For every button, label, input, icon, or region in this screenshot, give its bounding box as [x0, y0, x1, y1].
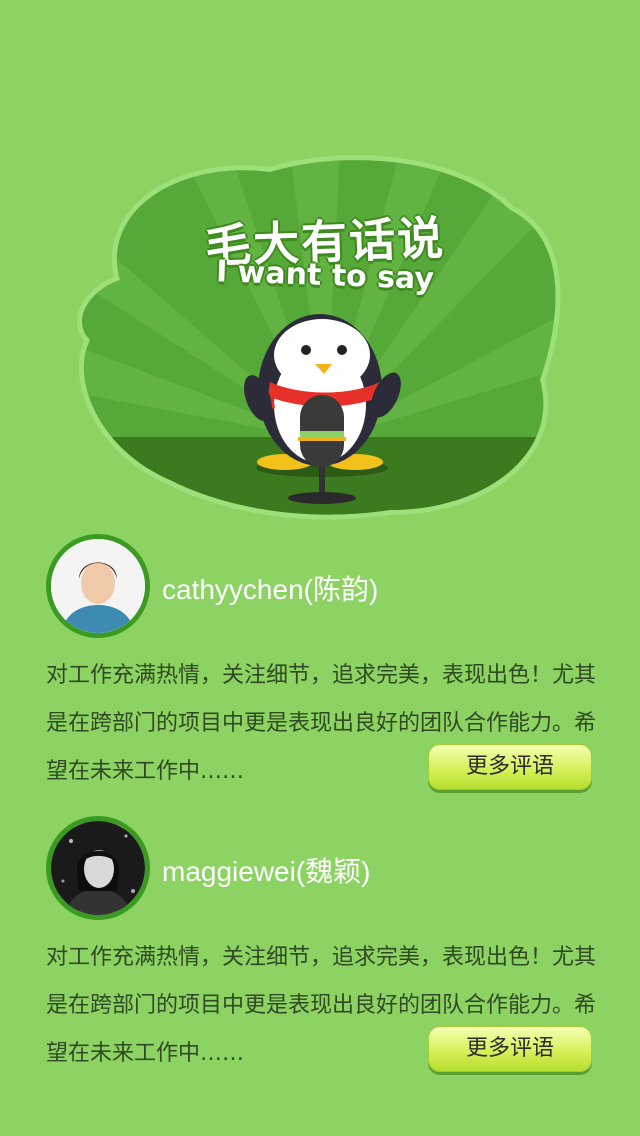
avatar-photo-icon: [51, 539, 145, 633]
avatar: [46, 534, 150, 638]
reviewer-name: cathyychen(陈韵): [162, 574, 379, 605]
avatar-photo-icon: [51, 821, 145, 915]
more-comments-button[interactable]: 更多评语: [428, 1026, 592, 1072]
review-card: maggiewei(魏颖) 对工作充满热情，关注细节，追求完美，表现出色！尤其是…: [0, 816, 640, 1086]
more-comments-button[interactable]: 更多评语: [428, 744, 592, 790]
reviewer-name: maggiewei(魏颖): [162, 856, 371, 887]
review-card: cathyychen(陈韵) 对工作充满热情，关注细节，追求完美，表现出色！尤其…: [0, 534, 640, 804]
avatar: [46, 816, 150, 920]
hero-badge: 毛大有话说 I want to say: [60, 150, 590, 530]
